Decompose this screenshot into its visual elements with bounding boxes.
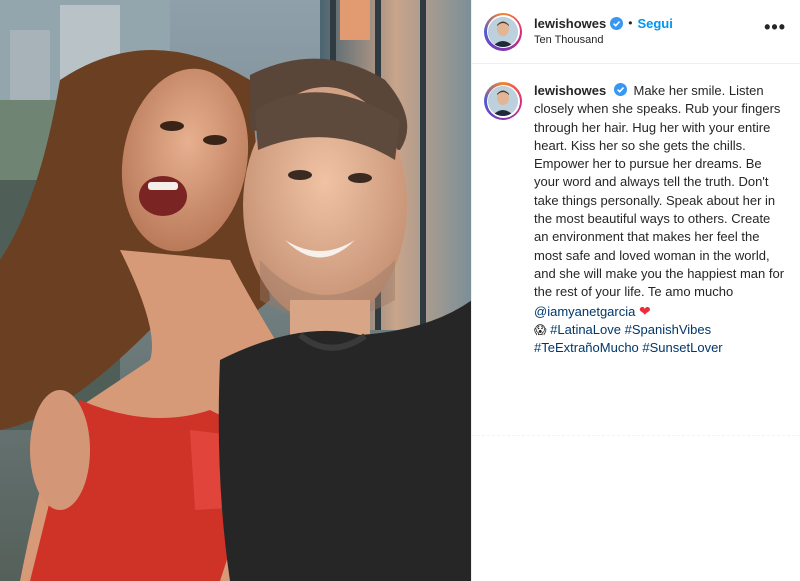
caption-username[interactable]: lewishowes (534, 83, 606, 98)
post-header: lewishowes • Segui Ten Thousand ••• (472, 0, 800, 64)
verified-badge-icon (613, 83, 627, 96)
divider (472, 435, 800, 437)
hashtag-link[interactable]: #SunsetLover (642, 340, 722, 355)
more-options-icon[interactable]: ••• (764, 18, 786, 36)
caption-text: lewishowes Make her smile. Listen closel… (534, 82, 786, 357)
post-side-panel: lewishowes • Segui Ten Thousand ••• lewi… (471, 0, 800, 581)
hashtag-link[interactable]: #LatinaLove (550, 322, 621, 337)
caption-body: Make her smile. Listen closely when she … (534, 83, 785, 300)
header-subtitle[interactable]: Ten Thousand (534, 34, 673, 47)
avatar-image (488, 16, 518, 47)
header-username[interactable]: lewishowes (534, 16, 606, 32)
separator-dot: • (628, 16, 633, 31)
mention-link[interactable]: @iamyanetgarcia (534, 304, 635, 319)
post-caption: lewishowes Make her smile. Listen closel… (472, 64, 800, 357)
couple-selfie-image (0, 0, 471, 581)
post-photo[interactable] (0, 0, 471, 581)
follow-button[interactable]: Segui (637, 16, 672, 32)
instagram-post: lewishowes • Segui Ten Thousand ••• lewi… (0, 0, 800, 581)
verified-badge-icon (610, 16, 624, 30)
hashtag-link[interactable]: #TeExtrañoMucho (534, 340, 639, 355)
header-avatar[interactable] (484, 12, 522, 51)
hashtag-link[interactable]: #SpanishVibes (625, 322, 712, 337)
avatar-image (488, 86, 518, 116)
caption-avatar[interactable] (484, 82, 522, 120)
scream-emoji: 😱 (534, 322, 547, 337)
heart-emoji: ❤ (638, 302, 651, 319)
